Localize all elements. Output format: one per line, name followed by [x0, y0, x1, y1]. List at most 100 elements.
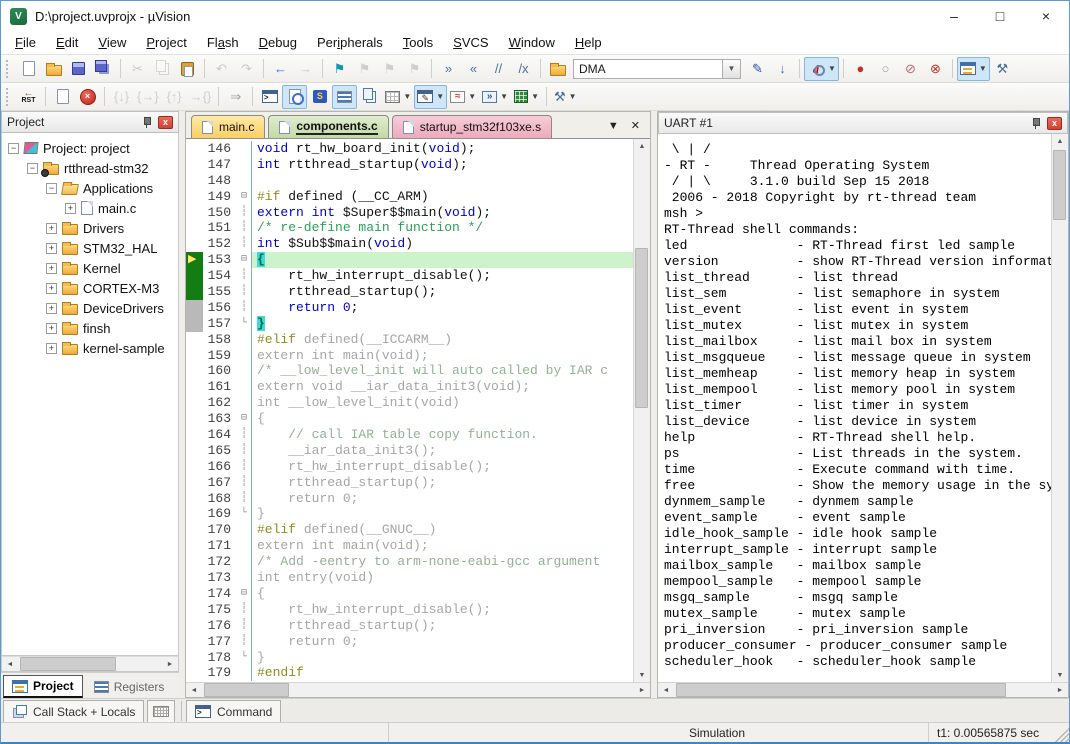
outdent-button[interactable]: « [461, 57, 486, 81]
scroll-down-icon[interactable]: ▼ [1052, 668, 1068, 682]
tab-memory-window[interactable] [147, 700, 175, 722]
uart-vscrollbar[interactable]: ▲ ▼ [1051, 134, 1068, 682]
toggle-bookmark-button[interactable]: ⚑ [327, 57, 352, 81]
expander-icon[interactable]: + [46, 243, 57, 254]
fold-marker-icon[interactable]: ⊟ [237, 189, 251, 205]
menu-edit[interactable]: Edit [46, 32, 88, 53]
tree-item-drivers[interactable]: +Drivers [2, 218, 178, 238]
reset-button[interactable]: RST [16, 85, 41, 109]
step-over-button[interactable]: {→} [134, 85, 162, 109]
redo-button[interactable]: ↷ [234, 57, 259, 81]
trace-window-button[interactable]: »▼ [479, 85, 511, 109]
scroll-right-icon[interactable]: ► [162, 657, 178, 671]
tree-item-stm32-hal[interactable]: +STM32_HAL [2, 238, 178, 258]
resize-grip[interactable] [1052, 723, 1069, 742]
kill-all-breakpoints-button[interactable]: ⊗ [923, 57, 948, 81]
uart-hscrollbar[interactable]: ◄ ► [658, 682, 1068, 697]
code-editor[interactable]: 146void rt_hw_board_init(void);147int rt… [186, 139, 633, 682]
tree-item-finsh[interactable]: +finsh [2, 318, 178, 338]
close-button[interactable]: × [1023, 1, 1069, 31]
watch-window-button[interactable] [357, 85, 382, 109]
expander-icon[interactable]: + [46, 283, 57, 294]
run-to-cursor-button[interactable]: →{} [187, 85, 215, 109]
tree-item-kernel-sample[interactable]: +kernel-sample [2, 338, 178, 358]
step-out-button[interactable]: {↑} [162, 85, 187, 109]
expander-icon[interactable]: + [46, 343, 57, 354]
navigate-forward-button[interactable]: → [293, 57, 318, 81]
prev-bookmark-button[interactable]: ⚑ [352, 57, 377, 81]
menu-svcs[interactable]: SVCS [443, 32, 498, 53]
incremental-find-button[interactable]: ↓ [770, 57, 795, 81]
kill-breakpoint-button[interactable]: ⊘ [898, 57, 923, 81]
tab-startup-stm32f103xe-s[interactable]: startup_stm32f103xe.s [392, 115, 552, 138]
disable-breakpoint-button[interactable]: ○ [873, 57, 898, 81]
tab-components-c[interactable]: components.c [268, 115, 388, 138]
tab-registers[interactable]: Registers [86, 675, 173, 698]
document-list-icon[interactable]: ▼ [608, 120, 619, 132]
close-document-icon[interactable]: ✕ [631, 119, 640, 132]
menu-flash[interactable]: Flash [197, 32, 249, 53]
project-close-icon[interactable]: x [158, 116, 173, 129]
menu-window[interactable]: Window [499, 32, 565, 53]
scrollbar-thumb[interactable] [676, 683, 1006, 697]
minimize-button[interactable]: – [931, 1, 977, 31]
cut-button[interactable]: ✂ [125, 57, 150, 81]
tab-command[interactable]: > Command [186, 700, 281, 722]
callstack-window-button[interactable] [332, 85, 357, 109]
open-file-button[interactable] [41, 57, 66, 81]
copy-button[interactable] [150, 57, 175, 81]
scroll-down-icon[interactable]: ▼ [634, 668, 650, 682]
tab-call-stack-locals[interactable]: Call Stack + Locals [3, 700, 144, 722]
uncomment-button[interactable]: /x [511, 57, 536, 81]
comment-button[interactable]: // [486, 57, 511, 81]
new-file-button[interactable] [16, 57, 41, 81]
windows-list-button[interactable]: ▼ [957, 57, 990, 81]
find-in-files-button[interactable]: ✎ [745, 57, 770, 81]
run-button[interactable] [50, 85, 75, 109]
indent-button[interactable]: » [436, 57, 461, 81]
analysis-window-button[interactable]: ≈▼ [447, 85, 479, 109]
uart-close-icon[interactable]: x [1047, 117, 1062, 130]
tree-item-devicedrivers[interactable]: +DeviceDrivers [2, 298, 178, 318]
pin-icon[interactable] [142, 116, 152, 128]
fold-marker-icon[interactable]: ⊟ [237, 252, 251, 268]
scroll-up-icon[interactable]: ▲ [634, 139, 650, 153]
tab-main-c[interactable]: main.c [191, 115, 265, 138]
undo-button[interactable]: ↶ [209, 57, 234, 81]
tree-item-cortex-m3[interactable]: +CORTEX-M3 [2, 278, 178, 298]
scrollbar-thumb[interactable] [204, 683, 289, 697]
scroll-left-icon[interactable]: ◄ [186, 683, 202, 697]
serial-window-button[interactable]: ✎▼ [414, 85, 447, 109]
paste-button[interactable] [175, 57, 200, 81]
expander-icon[interactable]: + [46, 263, 57, 274]
scroll-right-icon[interactable]: ► [1052, 683, 1068, 697]
project-tree-hscrollbar[interactable]: ◄ ► [1, 656, 179, 672]
expander-icon[interactable]: + [46, 323, 57, 334]
insert-breakpoint-button[interactable]: ● [848, 57, 873, 81]
editor-hscrollbar[interactable]: ◄ ► [186, 682, 650, 697]
find-button[interactable]: d▼ [804, 57, 839, 81]
navigate-back-button[interactable]: ← [268, 57, 293, 81]
memory-window-button[interactable]: ▼ [382, 85, 414, 109]
next-bookmark-button[interactable]: ⚑ [377, 57, 402, 81]
expander-icon[interactable]: + [65, 203, 76, 214]
step-button[interactable]: {↓} [109, 85, 134, 109]
stop-button[interactable]: × [75, 85, 100, 109]
toolbox-button[interactable]: ⚒▼ [551, 85, 580, 109]
menu-tools[interactable]: Tools [393, 32, 443, 53]
flash-target-combo[interactable]: DMA [573, 59, 723, 79]
clear-bookmarks-button[interactable]: ⚑ [402, 57, 427, 81]
expander-icon[interactable]: + [46, 303, 57, 314]
tab-project[interactable]: Project [3, 675, 83, 698]
tree-item-rtthread-stm32[interactable]: −rtthread-stm32 [2, 158, 178, 178]
configure-button[interactable]: ⚒ [990, 57, 1015, 81]
scroll-up-icon[interactable]: ▲ [1052, 134, 1068, 148]
uart-terminal-output[interactable]: \ | / - RT - Thread Operating System / |… [658, 134, 1051, 682]
editor-vscrollbar[interactable]: ▲ ▼ [633, 139, 650, 682]
scrollbar-thumb[interactable] [635, 248, 648, 408]
save-all-button[interactable] [91, 57, 116, 81]
menu-project[interactable]: Project [136, 32, 197, 53]
open-build-folder-button[interactable] [545, 57, 570, 81]
menu-view[interactable]: View [88, 32, 136, 53]
tree-item-kernel[interactable]: +Kernel [2, 258, 178, 278]
